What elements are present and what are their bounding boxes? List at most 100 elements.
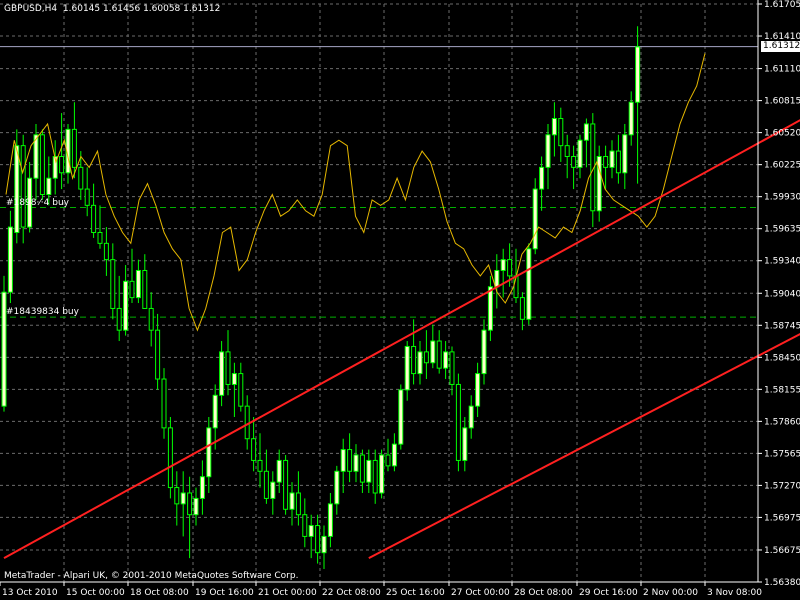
candle-body: [449, 351, 455, 385]
time-tick-label: 25 Oct 16:00: [386, 588, 445, 598]
candle-body: [372, 459, 378, 494]
candle-body: [110, 259, 116, 309]
candle-body: [103, 242, 109, 261]
candle-body: [315, 525, 321, 554]
candle-body: [14, 145, 20, 233]
candle-body: [180, 492, 186, 505]
candle-body: [475, 373, 481, 407]
candle-body: [251, 438, 257, 461]
candle-body: [161, 378, 167, 429]
candle-body: [443, 351, 449, 369]
candle-body: [539, 166, 545, 190]
price-chart[interactable]: 1.617051.614101.611101.608151.605201.602…: [0, 0, 800, 600]
candle-body: [270, 481, 276, 499]
candle-body: [334, 470, 340, 505]
candle-body: [340, 449, 346, 472]
candle-body: [302, 514, 308, 537]
candle-body: [97, 231, 103, 244]
chart-background: [0, 0, 800, 600]
symbol-label: GBPUSD,H4: [4, 4, 58, 14]
price-tick-label: 1.57270: [764, 481, 800, 491]
time-tick-label: 21 Oct 00:00: [258, 588, 317, 598]
candle-body: [84, 188, 90, 206]
candle-body: [276, 459, 282, 483]
candle-body: [347, 449, 353, 472]
candle-body: [366, 459, 372, 483]
price-tick-label: 1.59635: [764, 225, 800, 235]
price-tick-label: 1.57860: [764, 417, 800, 427]
price-tick-label: 1.58745: [764, 321, 800, 331]
candle-body: [571, 156, 577, 168]
candle-body: [564, 145, 570, 158]
candle-body: [225, 351, 231, 385]
candle-body: [71, 128, 77, 168]
price-tick-label: 1.56975: [764, 513, 800, 523]
price-tick-label: 1.58155: [764, 385, 800, 395]
candle-body: [487, 286, 493, 331]
candle-body: [417, 351, 423, 375]
candle-body: [7, 226, 13, 293]
candle-body: [468, 405, 474, 429]
candle-body: [577, 139, 583, 168]
price-tick-label: 1.60225: [764, 161, 800, 171]
price-tick-label: 1.57565: [764, 449, 800, 459]
candle-body: [263, 470, 269, 499]
candle-body: [129, 280, 135, 299]
candle-body: [148, 307, 154, 331]
chart-header: GBPUSD,H4 1.60145 1.61456 1.60058 1.6131…: [4, 4, 220, 15]
candle-body: [289, 492, 295, 510]
candle-body: [545, 134, 551, 168]
candle-body: [206, 427, 212, 478]
time-tick-label: 28 Oct 08:00: [514, 588, 573, 598]
candle-body: [295, 492, 301, 516]
time-tick-label: 2 Nov 00:00: [643, 588, 698, 598]
candle-body: [603, 156, 609, 168]
price-tick-label: 1.61705: [764, 0, 800, 10]
candle-body: [283, 459, 289, 510]
order-label-1[interactable]: #1898·⁄·4 buy: [6, 198, 69, 209]
candle-body: [78, 166, 84, 190]
candle-body: [123, 280, 129, 331]
candle-body: [308, 525, 314, 537]
candle-body: [59, 156, 65, 174]
candle-body: [142, 269, 148, 309]
price-tick-label: 1.59340: [764, 257, 800, 267]
time-tick-label: 13 Oct 2010: [2, 588, 58, 598]
candle-body: [532, 188, 538, 250]
time-tick-label: 29 Oct 16:00: [579, 588, 638, 598]
candle-body: [436, 340, 442, 369]
price-tick-label: 1.56380: [764, 578, 800, 588]
candle-body: [622, 134, 628, 174]
candle-body: [462, 427, 468, 461]
candle-body: [551, 118, 557, 136]
price-tick-label: 1.61110: [764, 65, 800, 75]
candle-body: [519, 297, 525, 320]
candle-body: [411, 345, 417, 375]
bid-price-badge: 1.61312: [761, 40, 800, 52]
time-tick-label: 18 Oct 08:00: [130, 588, 189, 598]
price-tick-label: 1.56675: [764, 546, 800, 556]
candle-body: [91, 204, 97, 233]
candle-body: [507, 259, 513, 277]
candle-body: [423, 351, 429, 364]
candle-body: [526, 248, 532, 320]
candle-body: [327, 503, 333, 537]
candle-body: [199, 476, 205, 499]
price-tick-label: 1.60520: [764, 129, 800, 139]
price-tick-label: 1.58450: [764, 353, 800, 363]
candle-body: [404, 345, 410, 391]
price-tick-label: 1.60815: [764, 97, 800, 107]
order-label-2[interactable]: #18439834 buy: [6, 307, 79, 318]
candle-body: [615, 150, 621, 174]
candle-body: [174, 487, 180, 505]
candle-body: [219, 351, 225, 396]
candle-body: [155, 329, 161, 380]
time-tick-label: 15 Oct 00:00: [66, 588, 125, 598]
candle-body: [359, 454, 365, 483]
candle-body: [46, 177, 52, 195]
time-tick-label: 22 Oct 08:00: [322, 588, 381, 598]
candle-body: [167, 427, 173, 489]
candle-body: [455, 383, 461, 461]
price-tick-label: 1.59930: [764, 193, 800, 203]
candle-body: [321, 535, 327, 554]
